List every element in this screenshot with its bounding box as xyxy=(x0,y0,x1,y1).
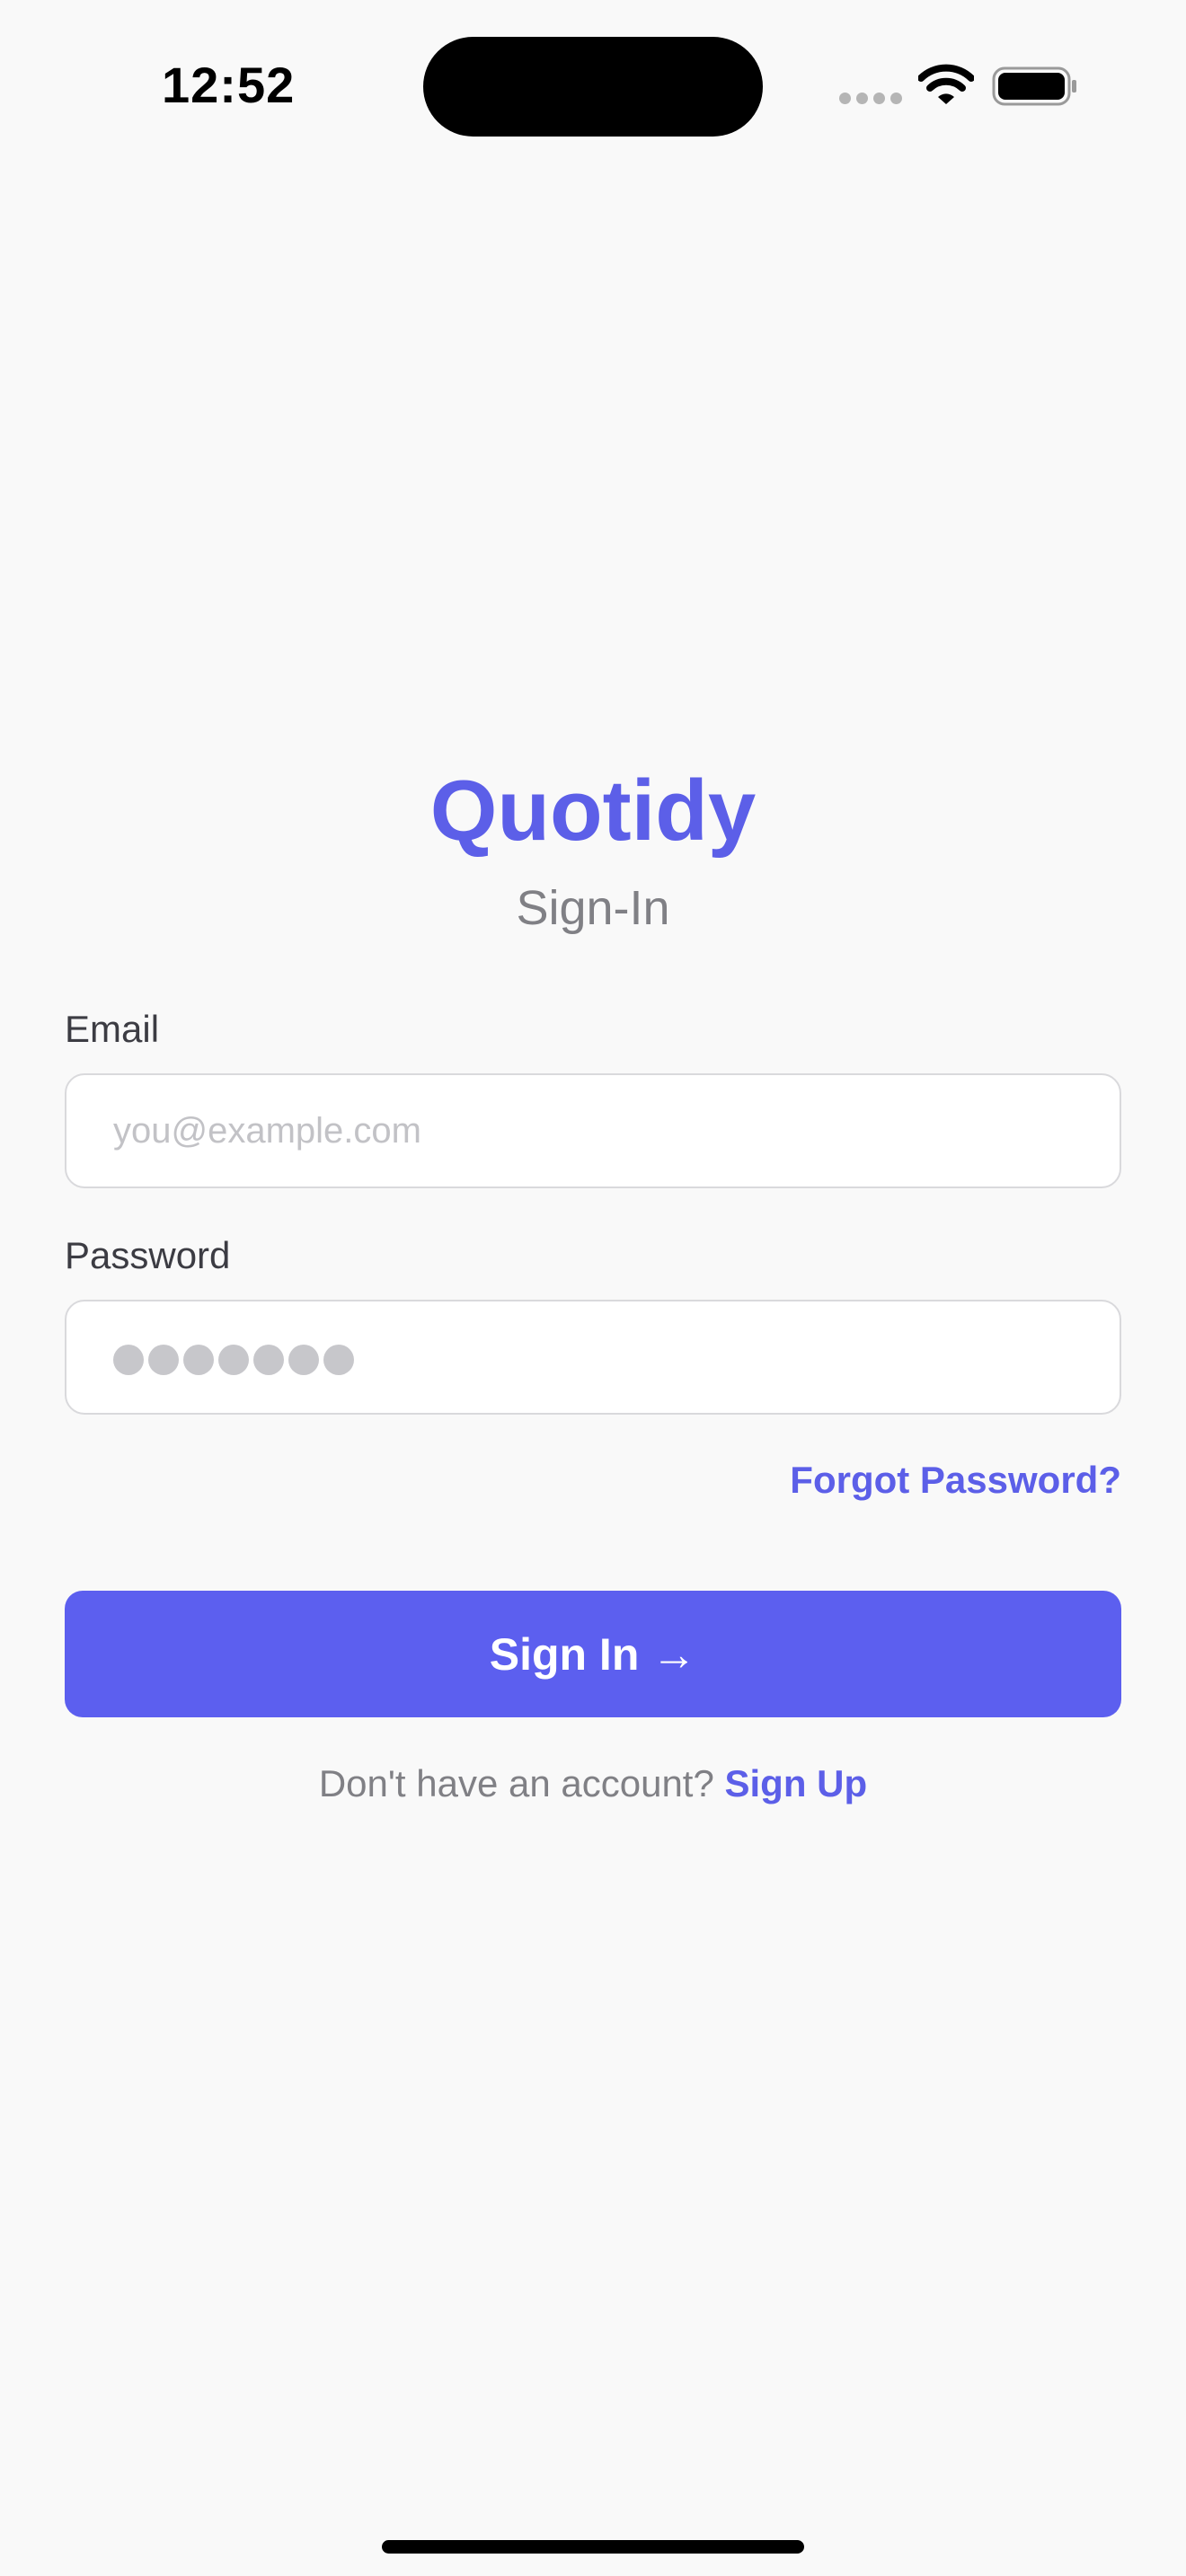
battery-icon xyxy=(992,66,1076,106)
password-field[interactable] xyxy=(65,1300,1121,1415)
email-placeholder: you@example.com xyxy=(113,1111,421,1151)
password-label: Password xyxy=(65,1234,231,1276)
sign-in-button[interactable]: Sign In → xyxy=(65,1591,1121,1717)
status-bar: 12:52 xyxy=(0,0,1186,171)
status-time: 12:52 xyxy=(162,57,296,113)
password-masked-value xyxy=(113,1345,354,1375)
email-field[interactable]: you@example.com xyxy=(65,1073,1121,1188)
sign-up-link[interactable]: Sign Up xyxy=(725,1762,868,1804)
home-indicator[interactable] xyxy=(382,2540,804,2554)
password-dot xyxy=(323,1345,354,1375)
email-label: Email xyxy=(65,1008,160,1050)
dynamic-island xyxy=(423,37,763,137)
password-dot xyxy=(218,1345,249,1375)
page-subtitle: Sign-In xyxy=(516,881,670,935)
signal-icon xyxy=(839,93,902,105)
password-dot xyxy=(183,1345,214,1375)
password-dot xyxy=(113,1345,144,1375)
signup-prompt: Don't have an account? xyxy=(318,1762,725,1804)
password-dot xyxy=(288,1345,319,1375)
forgot-password-link[interactable]: Forgot Password? xyxy=(790,1461,1121,1499)
app-title: Quotidy xyxy=(429,763,757,859)
signup-row: Don't have an account? Sign Up xyxy=(0,1765,1186,1803)
password-dot xyxy=(253,1345,284,1375)
wifi-icon xyxy=(918,64,974,104)
password-dot xyxy=(148,1345,179,1375)
sign-in-button-label: Sign In → xyxy=(489,1628,697,1680)
